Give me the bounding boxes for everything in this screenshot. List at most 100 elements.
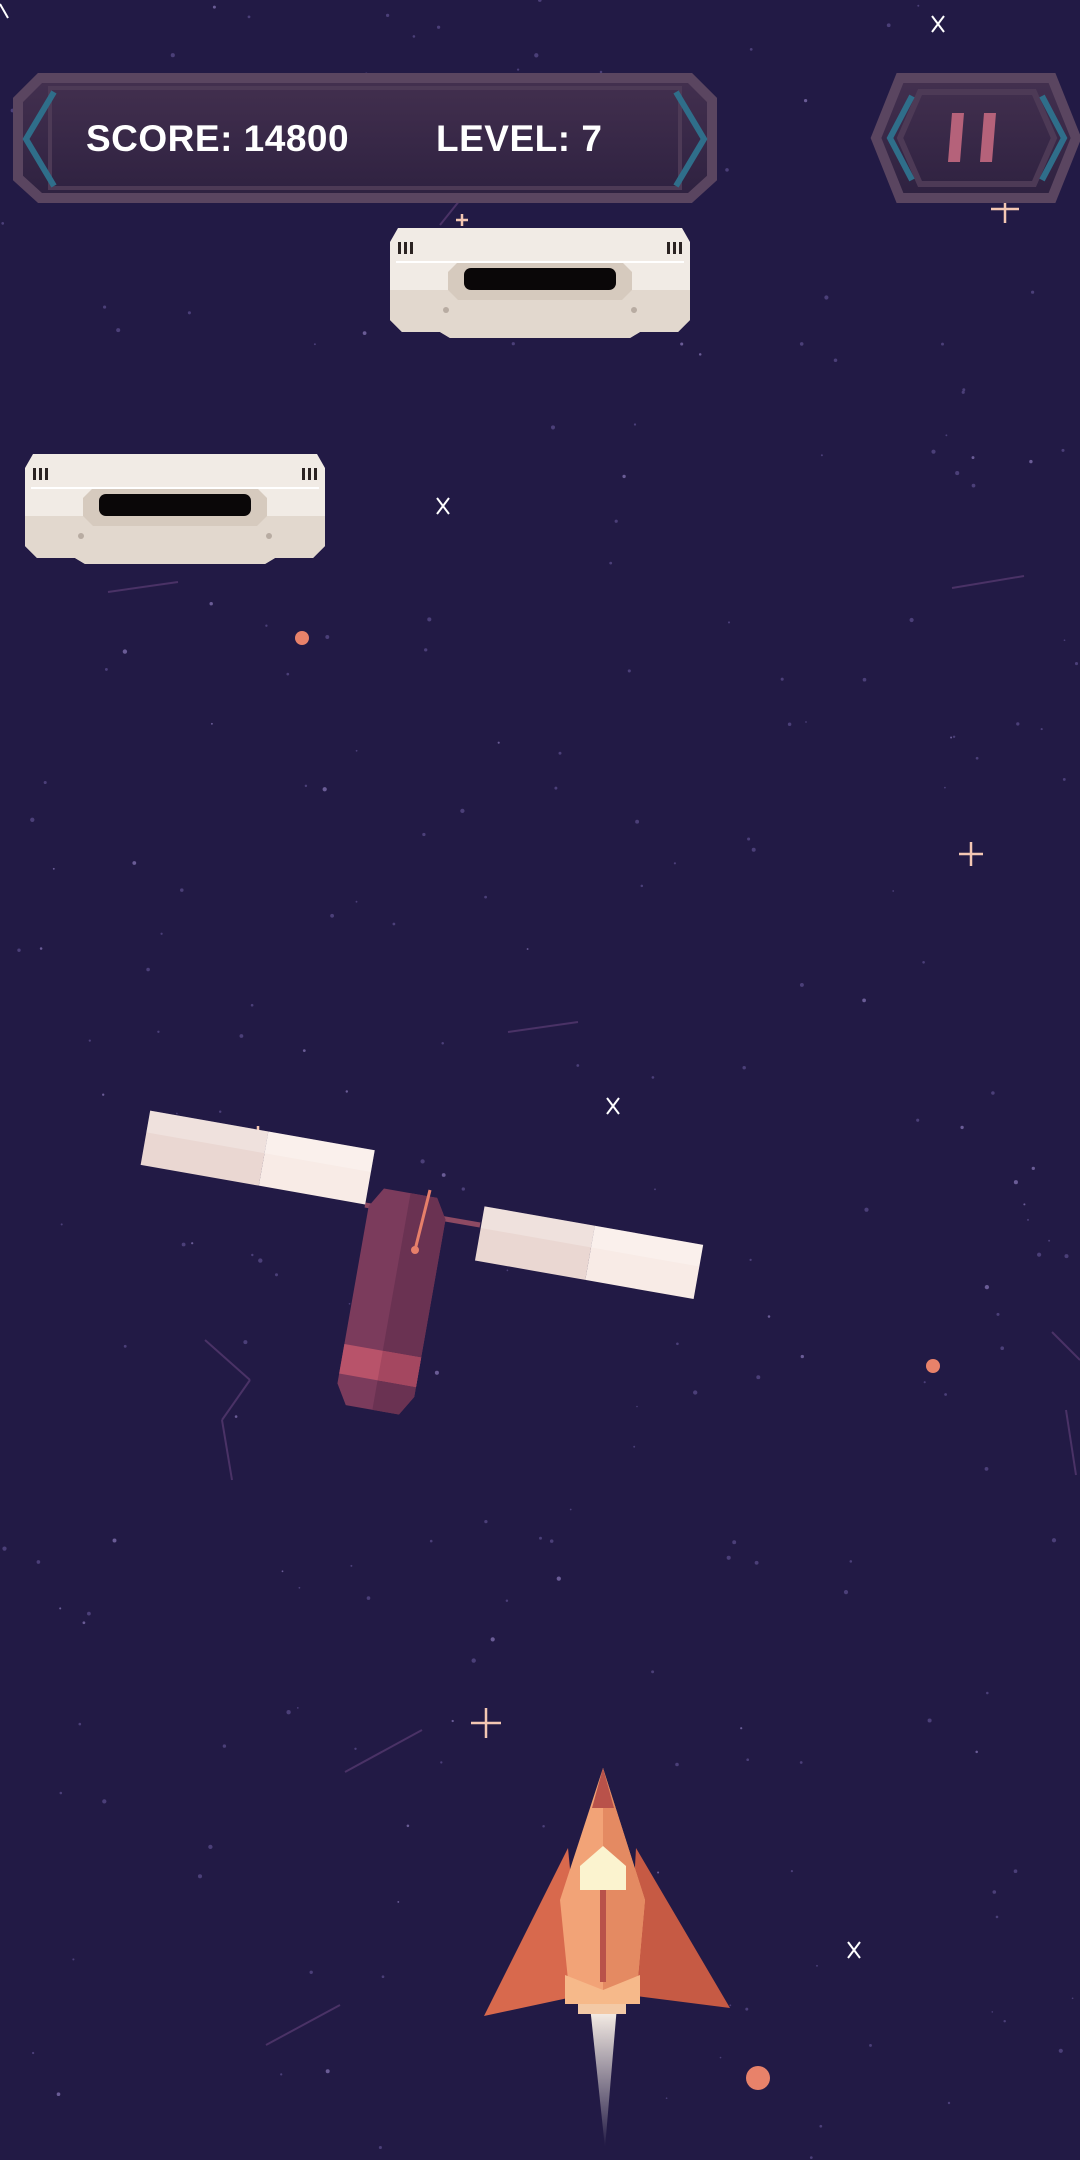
star-dot <box>302 1049 306 1052</box>
star-dot <box>460 808 465 814</box>
star-dot <box>72 1958 75 1961</box>
star-dot <box>1031 1166 1035 1171</box>
star-dot <box>1029 459 1033 464</box>
star-dot <box>88 1039 91 1042</box>
star-dot <box>542 1824 545 1828</box>
star-dot <box>1027 1218 1029 1221</box>
star-dot <box>862 677 867 682</box>
star-dot <box>833 358 838 362</box>
star-dot <box>622 474 626 479</box>
star-dot <box>345 1090 349 1093</box>
star-dot <box>116 328 121 333</box>
star-dot <box>975 756 979 760</box>
star-dot <box>746 1758 750 1762</box>
pause-button[interactable] <box>872 74 1080 202</box>
star-dot <box>112 1538 117 1543</box>
star-dot <box>280 2073 283 2076</box>
star-dot <box>506 1269 509 1272</box>
star-dot <box>239 1034 244 1038</box>
star-dot <box>247 15 251 19</box>
star-dot <box>392 922 396 926</box>
star-dot <box>451 1719 454 1723</box>
star-dot <box>490 1637 495 1642</box>
star-dot <box>654 1188 656 1191</box>
star-dot <box>869 2043 872 2047</box>
star-dot <box>931 449 936 454</box>
star-dot <box>742 1065 746 1070</box>
star-dot <box>420 1159 425 1164</box>
star-dot <box>799 342 804 346</box>
star-dot <box>635 819 640 824</box>
star-dot <box>250 1003 254 1007</box>
star-dot <box>1051 1538 1057 1543</box>
star-dot <box>719 2056 722 2059</box>
star-dot <box>809 2156 813 2159</box>
star-dot <box>599 70 603 74</box>
star-dot <box>614 519 618 523</box>
star-dot <box>729 2004 732 2007</box>
star-dot <box>1 222 5 225</box>
star-dot <box>1058 2048 1063 2053</box>
star-dot <box>274 1273 279 1277</box>
star-dot <box>986 1691 989 1695</box>
star-dot <box>952 735 956 738</box>
star-dot <box>440 1761 443 1764</box>
star-dot <box>962 388 966 392</box>
star-dot <box>947 2101 951 2105</box>
star-dot <box>550 425 556 430</box>
star-dot <box>330 913 335 918</box>
star-dot <box>799 1761 803 1764</box>
star-dot <box>892 890 895 892</box>
star-dot <box>955 471 960 476</box>
star-dot <box>984 1467 989 1471</box>
star-dot <box>296 1707 299 1709</box>
star-dot <box>992 1890 997 1894</box>
star-dot <box>534 53 539 58</box>
star-dot <box>422 832 426 837</box>
star-dot <box>234 1415 238 1418</box>
star-dot <box>945 434 948 437</box>
star-dot <box>325 635 330 639</box>
level-label: LEVEL: 7 <box>436 118 603 159</box>
star-dot <box>516 68 520 71</box>
star-dot <box>790 1870 794 1873</box>
star-dot <box>995 1915 999 1919</box>
star-dot <box>996 1312 1000 1316</box>
star-dot <box>59 1791 63 1795</box>
star-dot <box>362 331 367 335</box>
star-dot <box>350 1564 353 1567</box>
star-dot <box>180 888 184 892</box>
star-dot <box>1063 639 1066 642</box>
star-dot <box>767 1315 771 1318</box>
game-scene <box>0 0 1080 2160</box>
star-dot <box>886 23 891 28</box>
star-dot <box>749 1258 752 1262</box>
star-dot <box>122 649 128 654</box>
star-dot <box>461 1187 465 1191</box>
star-dot <box>355 749 358 752</box>
star-dot <box>1064 1254 1069 1259</box>
star-dot <box>436 25 441 29</box>
star-dot <box>56 2092 61 2097</box>
star-dot <box>123 1344 127 1348</box>
star-dot <box>732 1540 737 1545</box>
star-dot <box>727 621 731 624</box>
star-dot <box>354 1747 357 1750</box>
star-dot <box>673 862 676 865</box>
star-dot <box>725 168 729 172</box>
star-dot <box>849 1560 853 1563</box>
star-dot <box>549 1539 554 1543</box>
star-dot <box>484 895 487 899</box>
star-dot <box>1013 1180 1018 1185</box>
star-dot <box>222 1744 227 1748</box>
star-dot <box>800 1354 804 1359</box>
star-dot <box>960 1125 964 1130</box>
star-dot <box>381 1975 385 1979</box>
star-dot <box>950 736 953 739</box>
star-dot <box>181 1242 186 1247</box>
star-dot <box>1003 2019 1006 2023</box>
star-dot <box>971 483 976 488</box>
star-dot <box>1016 722 1020 726</box>
star-dot <box>1074 662 1079 666</box>
star-dot <box>816 1964 818 1967</box>
